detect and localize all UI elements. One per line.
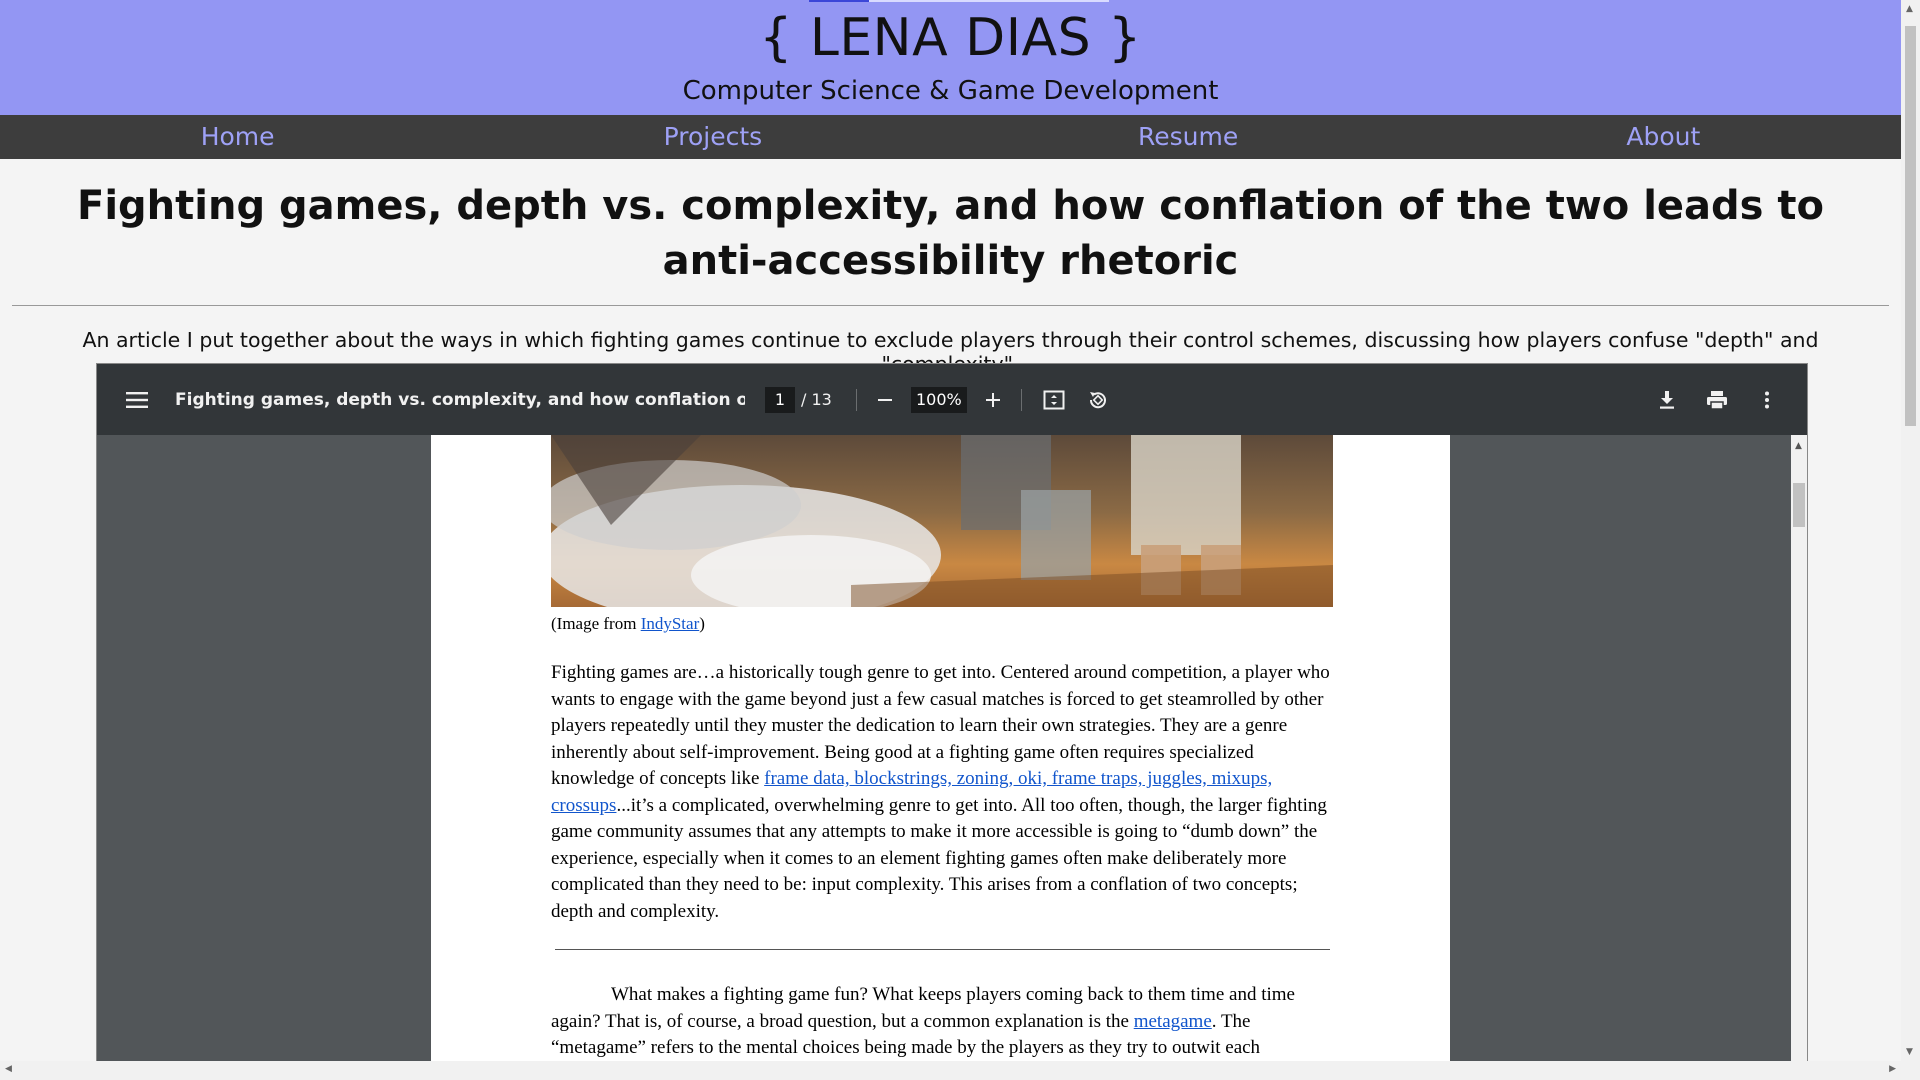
image-caption: (Image from IndyStar) [551, 614, 705, 633]
pdf-scrollbar[interactable]: ▲ [1791, 435, 1807, 1061]
metagame-link[interactable]: metagame [1134, 1011, 1212, 1032]
fighting-game-image [551, 435, 1333, 607]
rotate-icon[interactable] [1080, 382, 1116, 418]
page-number-input[interactable]: 1 [765, 386, 795, 413]
pdf-viewer[interactable]: Fighting games, depth vs. complexity, an… [96, 363, 1808, 1061]
header-top-strip [809, 0, 1109, 2]
page-total: / 13 [801, 390, 832, 409]
scroll-left-icon[interactable]: ◀ [5, 1064, 12, 1074]
indystar-link[interactable]: IndyStar [641, 614, 700, 633]
fit-page-icon[interactable] [1036, 382, 1072, 418]
print-icon[interactable] [1699, 382, 1735, 418]
scroll-up-icon[interactable]: ▲ [1906, 4, 1913, 14]
scroll-down-icon[interactable]: ▼ [1906, 1047, 1913, 1057]
pdf-scrollbar-thumb[interactable] [1793, 483, 1805, 527]
more-icon[interactable] [1749, 382, 1785, 418]
toolbar-separator [855, 388, 857, 411]
title-divider [12, 305, 1889, 306]
menu-icon[interactable] [119, 382, 155, 418]
download-icon[interactable] [1649, 382, 1685, 418]
browser-scrollbar-thumb[interactable] [1905, 26, 1916, 426]
plus-icon[interactable] [975, 382, 1011, 418]
site-subtitle: Computer Science & Game Development [682, 76, 1219, 106]
nav-about[interactable]: About [1426, 115, 1901, 159]
browser-vertical-scrollbar[interactable]: ▲ ▼ [1901, 0, 1920, 1061]
scroll-right-icon[interactable]: ▶ [1889, 1064, 1896, 1074]
article-title: Fighting games, depth vs. complexity, an… [77, 183, 1824, 284]
page: { LENA DIAS } Computer Science & Game De… [0, 0, 1901, 1061]
nav-resume[interactable]: Resume [951, 115, 1426, 159]
minus-icon[interactable] [867, 382, 903, 418]
pdf-page: (Image from IndyStar) Fighting games are… [431, 435, 1450, 1061]
main-nav: Home Projects Resume About [0, 115, 1901, 159]
pdf-horizontal-rule [555, 949, 1330, 950]
pdf-scroll-up-icon[interactable]: ▲ [1795, 441, 1802, 451]
pdf-toolbar: Fighting games, depth vs. complexity, an… [97, 364, 1807, 435]
nav-home[interactable]: Home [0, 115, 475, 159]
site-header: { LENA DIAS } Computer Science & Game De… [0, 0, 1901, 115]
toolbar-separator [1020, 388, 1022, 411]
paragraph-1: Fighting games are…a historically tough … [551, 662, 1330, 922]
paragraph-2: What makes a fighting game fun? What kee… [551, 984, 1295, 1058]
browser-horizontal-scrollbar[interactable]: ◀ ▶ [0, 1061, 1920, 1080]
site-title: { LENA DIAS } [759, 8, 1142, 68]
zoom-level[interactable]: 100% [910, 386, 967, 413]
pdf-document-title: Fighting games, depth vs. complexity, an… [175, 389, 745, 410]
nav-projects[interactable]: Projects [475, 115, 950, 159]
